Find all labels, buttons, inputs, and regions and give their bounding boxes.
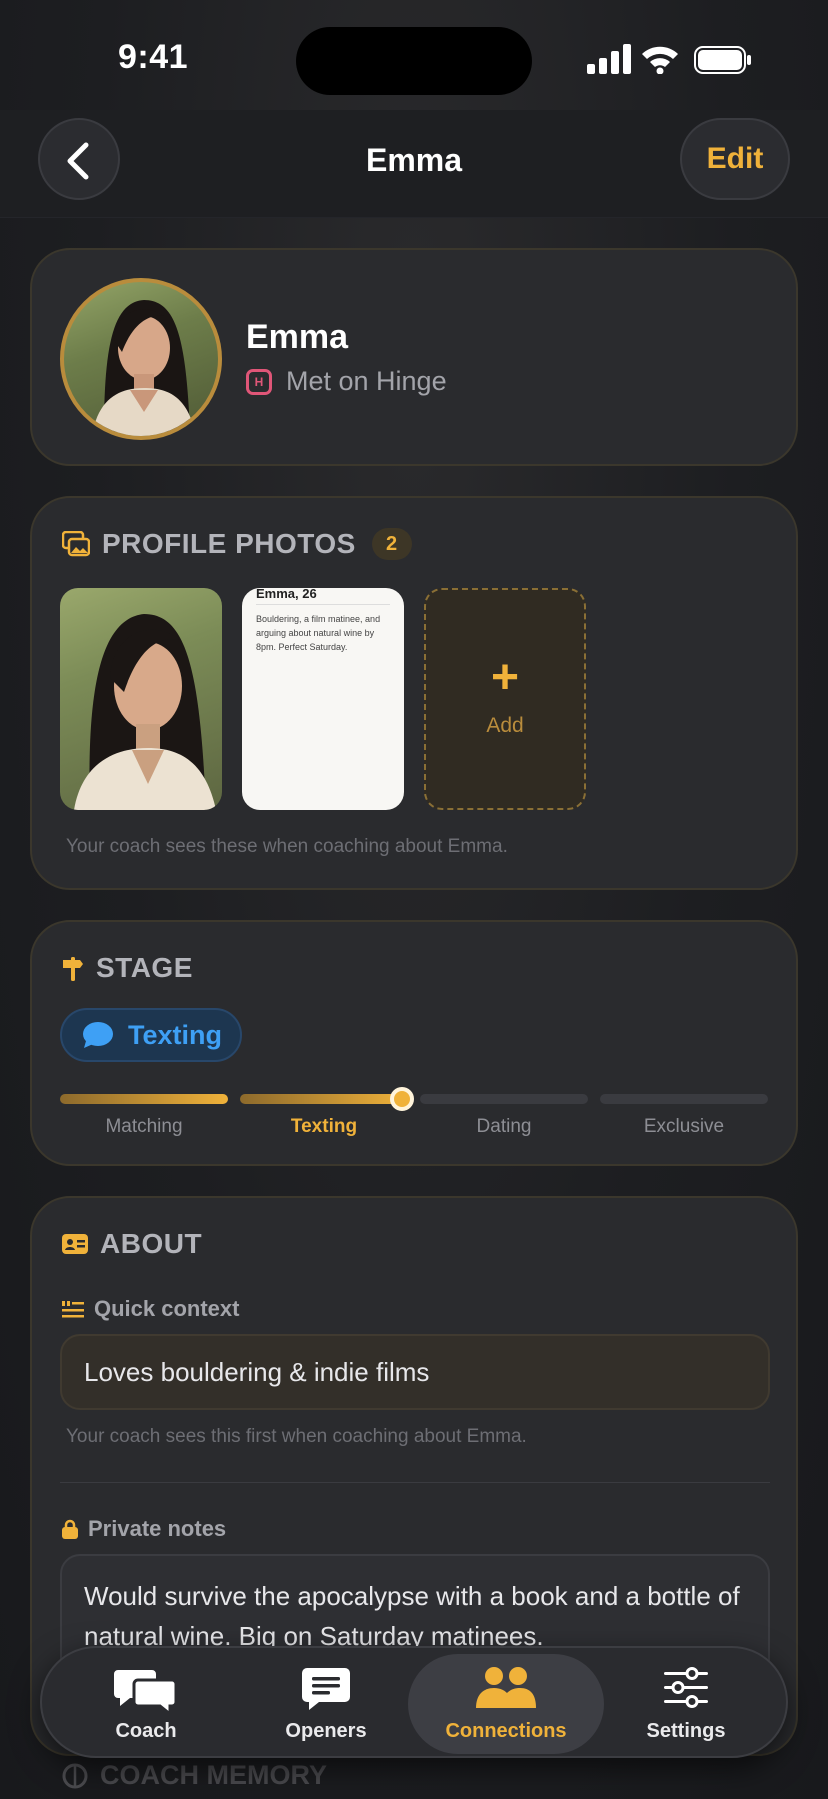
status-time: 9:41 [118,38,189,76]
photos-hint: Your coach sees these when coaching abou… [66,836,508,857]
tab-coach-label: Coach [115,1720,177,1742]
wifi-icon [642,46,678,74]
current-stage-label: Texting [128,1019,222,1050]
tab-bar: Coach Openers Connections Settings [40,1646,788,1758]
screen: 9:41 Emma Edit Emma H Met on Hinge PROFI… [0,0,828,1799]
message-lines-icon [302,1668,350,1710]
private-notes-label: Private notes [88,1516,227,1541]
quote-lines-icon [62,1301,84,1318]
stage-step-matching[interactable]: Matching [60,1116,228,1138]
tab-openers-label: Openers [285,1720,367,1742]
screenshot-body: Bouldering, a film matinee, and arguing … [256,614,381,652]
navigation-bar: Emma Edit [0,110,828,218]
dynamic-island [296,27,532,95]
screenshot-title: Emma, 26 [256,588,317,601]
profile-name: Emma [246,318,349,356]
tab-coach[interactable]: Coach [48,1654,244,1754]
photos-icon [62,531,90,557]
stage-track-dating [420,1094,588,1104]
stage-step-texting[interactable]: Texting [240,1116,408,1138]
coach-memory-title: COACH MEMORY [100,1760,327,1790]
status-bar: 9:41 [0,0,828,110]
brain-icon [62,1763,88,1788]
chat-bubbles-icon [114,1670,178,1716]
private-notes-heading: Private notes [62,1516,226,1542]
quick-context-field[interactable]: Loves bouldering & indie films [60,1334,770,1410]
stage-track-matching [60,1094,228,1104]
quick-context-label: Quick context [94,1296,240,1321]
met-on-text: Met on Hinge [286,366,447,396]
stage-title: STAGE [96,952,193,983]
speech-bubble-icon [83,1022,113,1048]
add-photo-label: Add [486,714,524,737]
about-divider [60,1482,770,1483]
portrait-image [74,614,216,810]
signpost-icon [63,957,83,981]
quick-context-hint: Your coach sees this first when coaching… [66,1426,527,1447]
stage-heading: STAGE [62,952,193,984]
add-photo-button[interactable]: + Add [424,588,586,810]
stage-progress-knob[interactable] [390,1087,414,1111]
screenshot-divider [256,604,390,605]
quick-context-heading: Quick context [62,1296,239,1322]
battery-icon [694,46,751,74]
plus-icon: + [490,651,520,704]
cellular-signal-icon [587,44,631,74]
tab-connections[interactable]: Connections [408,1654,604,1754]
stage-step-exclusive[interactable]: Exclusive [600,1116,768,1138]
stage-track-texting [240,1094,408,1104]
about-title: ABOUT [100,1228,203,1259]
tab-connections-label: Connections [445,1720,567,1742]
profile-photos-heading: PROFILE PHOTOS 2 [62,528,412,560]
profile-photos-card: PROFILE PHOTOS 2 Emma, 26 Bouldering, a … [30,496,798,890]
sliders-icon [664,1667,708,1708]
people-icon [476,1667,536,1708]
stage-card: STAGE Texting Matching Texting Dating Ex… [30,920,798,1166]
about-heading: ABOUT [62,1228,202,1260]
tab-openers[interactable]: Openers [228,1654,424,1754]
stage-step-dating[interactable]: Dating [420,1116,588,1138]
coach-memory-heading: COACH MEMORY [62,1760,327,1791]
edit-button[interactable]: Edit [680,118,790,200]
tab-settings[interactable]: Settings [588,1654,784,1754]
id-card-icon [62,1234,88,1254]
met-on-label: H Met on Hinge [246,366,447,397]
lock-icon [62,1519,78,1539]
hinge-app-icon: H [246,368,272,395]
profile-card: Emma H Met on Hinge [30,248,798,466]
avatar[interactable] [60,278,222,440]
tab-settings-label: Settings [646,1720,726,1742]
photo-count-badge: 2 [371,528,412,560]
photo-thumbnail-portrait[interactable] [60,588,222,810]
photo-thumbnail-profile-screenshot[interactable]: Emma, 26 Bouldering, a film matinee, and… [242,588,404,810]
current-stage-pill[interactable]: Texting [60,1008,242,1062]
portrait-image [92,300,196,436]
profile-photos-title: PROFILE PHOTOS [102,528,356,559]
stage-track-exclusive [600,1094,768,1104]
